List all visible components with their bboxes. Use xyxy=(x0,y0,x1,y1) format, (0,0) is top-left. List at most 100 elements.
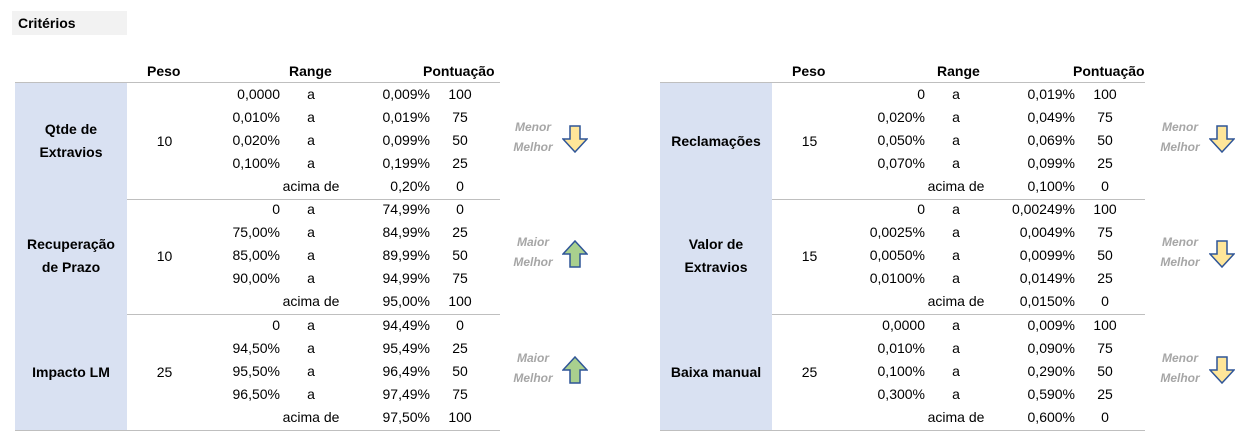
header-pontuacao: Pontuação xyxy=(423,63,495,79)
direction-label: Menor Melhor xyxy=(513,120,553,154)
range-separator: a xyxy=(307,363,315,379)
range-low: 0,020% xyxy=(877,109,925,125)
range-high: 96,49% xyxy=(382,363,430,379)
range-points: 50 xyxy=(1097,247,1113,263)
range-low: 0,070% xyxy=(877,155,925,171)
range-separator: a xyxy=(307,386,315,402)
range-row: 0 a 74,99% 0 xyxy=(202,198,500,221)
down-arrow-icon xyxy=(1209,356,1235,384)
range-points: 100 xyxy=(1093,201,1117,217)
criterion-name: Baixa manual xyxy=(660,314,772,430)
range-points: 25 xyxy=(1097,155,1113,171)
range-row: 90,00% a 94,99% 75 xyxy=(202,267,500,290)
range-row: 95,50% a 96,49% 50 xyxy=(202,360,500,383)
range-separator: a xyxy=(952,86,960,102)
range-points: 25 xyxy=(1097,270,1113,286)
range-row: 0,0025% a 0,0049% 75 xyxy=(847,221,1145,244)
range-points: 0 xyxy=(456,178,464,194)
criterion-section: Valor de Extravios 15 0 a 0,00249% 100 0,0025%… xyxy=(660,198,1235,315)
range-high: 0,20% xyxy=(390,178,430,194)
range-separator: a xyxy=(952,155,960,171)
range-low: 0,100% xyxy=(232,155,280,171)
range-high: 0,099% xyxy=(382,132,430,148)
range-row: acima de 97,50% 100 xyxy=(202,406,500,429)
direction-label: Menor Melhor xyxy=(1160,351,1200,385)
range-points: 75 xyxy=(452,386,468,402)
range-row: 75,00% a 84,99% 25 xyxy=(202,221,500,244)
criterion-section: Qtde de Extravios 10 0,0000 a 0,009% 100 0,010… xyxy=(15,82,588,200)
range-row: 0,0050% a 0,0099% 50 xyxy=(847,244,1145,267)
range-points: 50 xyxy=(452,132,468,148)
range-separator: a xyxy=(307,270,315,286)
range-separator: a xyxy=(952,247,960,263)
range-low: 0,0100% xyxy=(869,270,925,286)
range-high: 95,00% xyxy=(382,293,430,309)
range-points: 75 xyxy=(452,109,468,125)
range-row: 94,50% a 95,49% 25 xyxy=(202,337,500,360)
range-row: 0,0000 a 0,009% 100 xyxy=(847,314,1145,337)
range-points: 100 xyxy=(448,293,472,309)
range-high: 74,99% xyxy=(382,201,430,217)
range-low: 94,50% xyxy=(232,340,280,356)
range-row: 0 a 0,019% 100 xyxy=(847,83,1145,106)
range-separator: a xyxy=(307,132,315,148)
range-low: 0,100% xyxy=(877,363,925,379)
range-separator: a xyxy=(952,270,960,286)
header-peso: Peso xyxy=(147,63,181,79)
down-arrow-icon xyxy=(1209,240,1235,268)
range-low: 0,0025% xyxy=(869,224,925,240)
range-low: 0 xyxy=(272,317,280,333)
range-row: 0 a 0,00249% 100 xyxy=(847,198,1145,221)
range-high: 0,099% xyxy=(1027,155,1075,171)
range-row: 0,300% a 0,590% 25 xyxy=(847,383,1145,406)
range-points: 0 xyxy=(1101,409,1109,425)
range-points: 0 xyxy=(1101,178,1109,194)
range-high: 0,0049% xyxy=(1019,224,1075,240)
range-row: 0,050% a 0,069% 50 xyxy=(847,129,1145,152)
range-points: 100 xyxy=(1093,86,1117,102)
range-row: 0,010% a 0,019% 75 xyxy=(202,106,500,129)
range-points: 25 xyxy=(452,340,468,356)
range-separator: a xyxy=(952,109,960,125)
range-separator: acima de xyxy=(927,178,985,194)
range-high: 94,99% xyxy=(382,270,430,286)
range-points: 100 xyxy=(448,409,472,425)
sheet-title: Critérios xyxy=(12,11,127,35)
range-points: 0 xyxy=(1101,293,1109,309)
criterion-section: Baixa manual 25 0,0000 a 0,009% 100 0,010% a 0,0… xyxy=(660,314,1235,431)
range-low: 95,50% xyxy=(232,363,280,379)
range-points: 75 xyxy=(1097,109,1113,125)
range-low: 96,50% xyxy=(232,386,280,402)
direction-label: Menor Melhor xyxy=(1160,120,1200,154)
range-row: 85,00% a 89,99% 50 xyxy=(202,244,500,267)
range-points: 50 xyxy=(1097,132,1113,148)
range-high: 0,069% xyxy=(1027,132,1075,148)
range-separator: a xyxy=(952,340,960,356)
range-row: 0 a 94,49% 0 xyxy=(202,314,500,337)
range-low: 0,300% xyxy=(877,386,925,402)
range-high: 97,50% xyxy=(382,409,430,425)
range-high: 84,99% xyxy=(382,224,430,240)
range-separator: acima de xyxy=(927,293,985,309)
criterion-weight: 10 xyxy=(156,133,173,149)
range-points: 100 xyxy=(1093,317,1117,333)
range-low: 0,020% xyxy=(232,132,280,148)
range-low: 0,050% xyxy=(877,132,925,148)
range-high: 0,590% xyxy=(1027,386,1075,402)
up-arrow-icon xyxy=(562,356,588,384)
range-low: 85,00% xyxy=(232,247,280,263)
range-high: 95,49% xyxy=(382,340,430,356)
criterion-name: Reclamações xyxy=(660,83,772,199)
range-separator: acima de xyxy=(927,409,985,425)
range-row: acima de 0,100% 0 xyxy=(847,175,1145,198)
range-low: 75,00% xyxy=(232,224,280,240)
range-separator: a xyxy=(307,155,315,171)
range-separator: a xyxy=(952,317,960,333)
range-separator: acima de xyxy=(282,293,340,309)
criterion-section: Recuperação de Prazo 10 0 a 74,99% 0 75,00% a 84… xyxy=(15,198,588,315)
range-points: 50 xyxy=(1097,363,1113,379)
criterion-section: Impacto LM 25 0 a 94,49% 0 94,50% a 95,49% 25 95,5… xyxy=(15,314,588,431)
criterion-section: Reclamações 15 0 a 0,019% 100 0,020% a 0,049% 75 0… xyxy=(660,82,1235,200)
header-range: Range xyxy=(937,63,980,79)
range-points: 75 xyxy=(1097,224,1113,240)
